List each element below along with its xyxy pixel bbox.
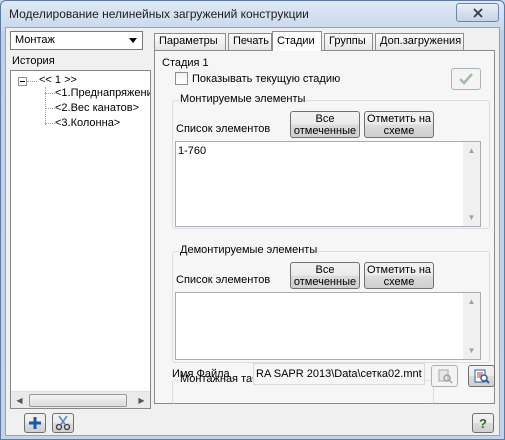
close-icon [472,7,483,18]
browse-file-button[interactable] [468,365,495,387]
apply-stage-button[interactable] [451,68,481,90]
view-document-icon [438,369,453,384]
dismounted-elements-title: Демонтируемые элементы [179,244,319,256]
dismounted-elements-input[interactable]: ▲ ▼ [175,292,481,360]
delete-stage-button[interactable] [52,413,74,433]
browse-file-icon [474,369,490,384]
dismounted-all-marked-button[interactable]: Все отмеченные [290,262,360,289]
title-bar[interactable]: Моделирование нелинейных загружений конс… [1,1,504,27]
tree-collapse-icon[interactable] [18,77,27,86]
window-title: Моделирование нелинейных загружений конс… [9,7,309,21]
history-tree[interactable]: << 1 >> <1.Преднапряжение> <2.Вес канато… [10,70,151,409]
mounted-mark-on-scheme-button[interactable]: Отметить на схеме [364,111,434,138]
chevron-down-icon [129,38,137,43]
mounted-scrollbar[interactable]: ▲ ▼ [463,142,480,226]
scroll-thumb[interactable] [29,394,127,407]
add-stage-button[interactable] [24,413,46,433]
scroll-left-icon[interactable]: ◀ [11,392,28,408]
tab-extra-loads[interactable]: Доп.загружения [375,33,464,50]
mounted-elements-group: Монтируемые элементы Список элементов Вс… [172,93,490,229]
file-name-label: Имя Файла [172,368,230,380]
show-current-stage-label: Показывать текущую стадию [192,73,341,85]
dismounted-scrollbar[interactable]: ▲ ▼ [463,293,480,359]
mounted-all-marked-button[interactable]: Все отмеченные [290,111,360,138]
view-file-button[interactable] [431,365,458,387]
tab-stages[interactable]: Стадии [272,31,322,51]
scroll-up-icon[interactable]: ▲ [463,293,480,310]
mode-select-value: Монтаж [15,34,55,46]
tree-horizontal-scrollbar[interactable]: ◀ ▶ [11,391,150,408]
tree-item-root[interactable]: << 1 >> [39,74,77,86]
tree-item-stage-3[interactable]: <3.Колонна> [55,117,120,129]
mounted-elements-input[interactable]: 1-760 ▲ ▼ [175,141,481,227]
mounted-elements-title: Монтируемые элементы [179,93,307,105]
mounted-list-label: Список элементов [176,123,271,135]
tab-print[interactable]: Печать [228,33,272,50]
file-name-field[interactable]: RA SAPR 2013\Data\сетка02.mnt [253,363,425,385]
tab-parameters[interactable]: Параметры [154,33,226,50]
scroll-down-icon[interactable]: ▼ [463,209,480,226]
help-icon: ? [479,415,487,431]
stages-panel: Стадия 1 Показывать текущую стадию Монти… [154,50,495,404]
dialog-window: Моделирование нелинейных загружений конс… [0,0,505,440]
scissors-icon [55,415,71,431]
dismounted-list-label: Список элементов [176,274,271,286]
mode-select[interactable]: Монтаж [10,31,143,50]
tab-groups[interactable]: Группы [324,33,373,50]
close-button[interactable] [456,3,499,22]
tree-item-stage-1[interactable]: <1.Преднапряжение> [55,87,150,99]
dialog-client: Монтаж История << 1 >> <1.Преднапряжение… [5,27,500,436]
history-label: История [12,55,55,67]
scroll-down-icon[interactable]: ▼ [463,342,480,359]
dismounted-elements-group: Демонтируемые элементы Список элементов … [172,244,490,363]
help-button[interactable]: ? [472,413,494,433]
tree-item-stage-2[interactable]: <2.Вес канатов> [55,102,139,114]
dismounted-mark-on-scheme-button[interactable]: Отметить на схеме [364,262,434,289]
show-current-stage-checkbox[interactable] [175,72,188,85]
mounted-elements-value: 1-760 [178,145,207,157]
checkmark-icon [459,73,473,85]
stage-title: Стадия 1 [162,57,209,69]
scroll-right-icon[interactable]: ▶ [133,392,150,408]
plus-icon [29,417,41,429]
scroll-up-icon[interactable]: ▲ [463,142,480,159]
